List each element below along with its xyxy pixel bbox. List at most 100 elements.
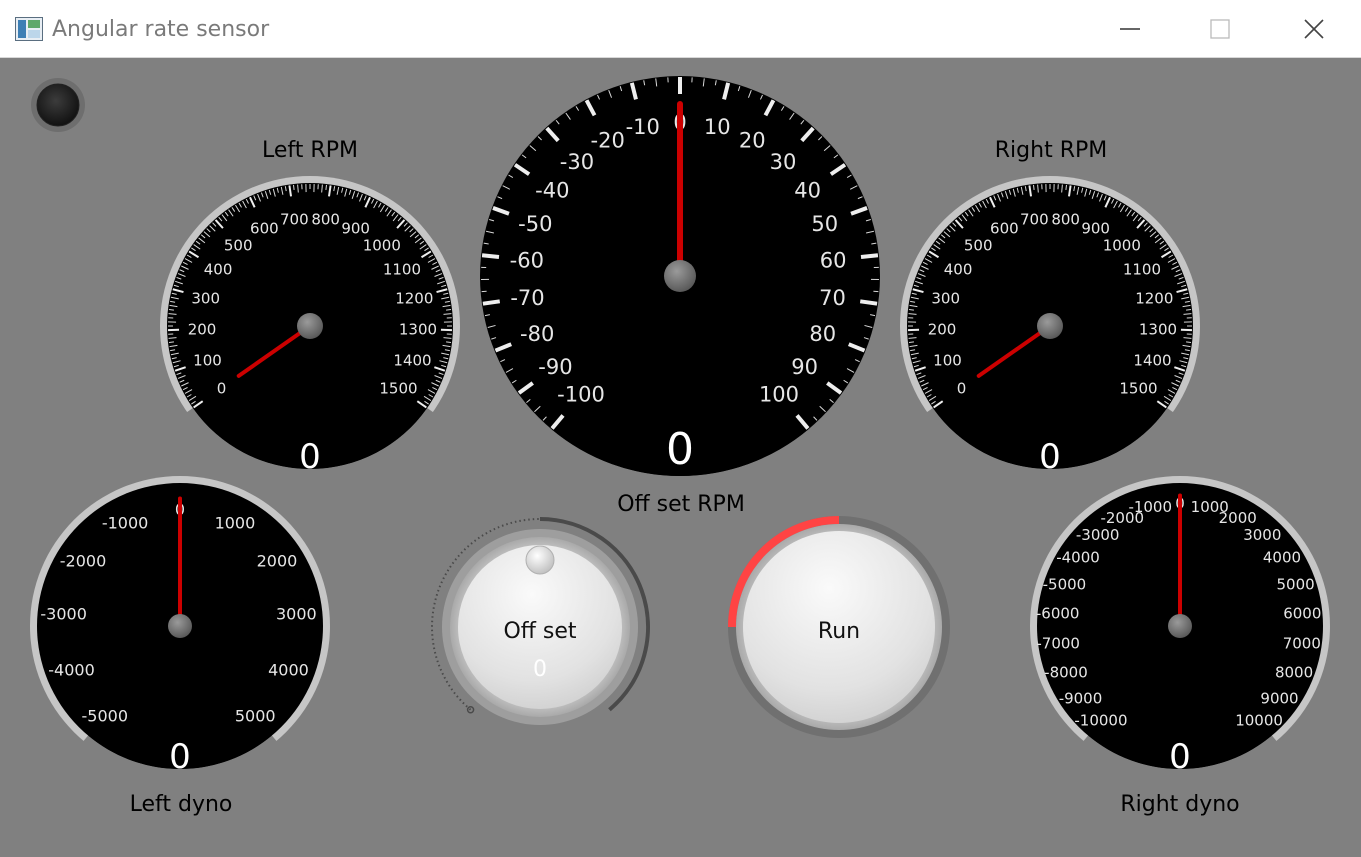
tick-label: -8000 bbox=[1044, 663, 1088, 681]
tick-label: -10 bbox=[626, 115, 660, 139]
gauge-hub bbox=[664, 260, 696, 292]
minor-tick bbox=[1183, 337, 1192, 339]
tick-label: 200 bbox=[188, 321, 217, 339]
tick-label: 1000 bbox=[363, 237, 401, 255]
tick-label: -1000 bbox=[102, 513, 149, 532]
minor-tick bbox=[297, 184, 299, 193]
minor-tick bbox=[908, 341, 914, 343]
tick-label: 500 bbox=[964, 237, 993, 255]
minor-tick bbox=[325, 184, 327, 190]
minor-tick bbox=[443, 337, 452, 339]
tick-label: 9000 bbox=[1260, 690, 1298, 708]
tick-label: 70 bbox=[819, 286, 846, 310]
tick-label: 10000 bbox=[1235, 712, 1283, 730]
gauge-readout: 0 bbox=[169, 737, 191, 777]
minor-tick bbox=[908, 337, 917, 339]
minor-tick bbox=[168, 309, 174, 311]
tick-label: 2000 bbox=[1219, 509, 1257, 527]
tick-label: -40 bbox=[535, 178, 569, 202]
gauge-readout: 0 bbox=[1169, 737, 1191, 777]
instrument-panel: 0100200300400500600 700 800 900100011001200… bbox=[30, 76, 1330, 780]
tick-label: -3000 bbox=[1076, 526, 1120, 544]
tick-label: 400 bbox=[944, 261, 973, 279]
tick-label: -20 bbox=[591, 129, 625, 153]
tick-label: -2000 bbox=[60, 551, 107, 570]
tick-label: 30 bbox=[770, 150, 797, 174]
tick-label: -50 bbox=[518, 212, 552, 236]
minor-tick bbox=[1037, 184, 1039, 193]
gauge-readout: 0 bbox=[299, 437, 321, 477]
minor-tick bbox=[168, 337, 177, 339]
tick-label: -70 bbox=[510, 286, 544, 310]
gauge-hub bbox=[1168, 614, 1192, 638]
tick-label: 1100 bbox=[383, 261, 421, 279]
offset-knob[interactable]: Off set 0 bbox=[431, 517, 650, 725]
offset-knob-label: Off set bbox=[503, 619, 576, 644]
offset-knob-value: 0 bbox=[533, 657, 547, 682]
tick-label: 80 bbox=[809, 322, 836, 346]
gauge-hub bbox=[1037, 313, 1063, 339]
tick-label: 3000 bbox=[1243, 526, 1281, 544]
major-tick bbox=[860, 253, 879, 259]
tick-label: -5000 bbox=[1043, 575, 1087, 593]
tick-label: -9000 bbox=[1059, 690, 1103, 708]
minor-tick bbox=[1061, 184, 1063, 193]
tick-label: 5000 bbox=[235, 706, 276, 725]
tick-label: 1300 bbox=[399, 321, 437, 339]
tick-label: -100 bbox=[557, 383, 605, 407]
tick-label: 2000 bbox=[257, 551, 298, 570]
tick-label: 1100 bbox=[1123, 261, 1161, 279]
tick-label: 3000 bbox=[276, 605, 317, 624]
tick-label: 20 bbox=[739, 129, 766, 153]
gauge-hub bbox=[168, 614, 192, 638]
tick-label: -4000 bbox=[1056, 549, 1100, 567]
tick-label: 600 bbox=[250, 220, 279, 238]
tick-label: 700 bbox=[280, 211, 309, 229]
tick-label: 60 bbox=[820, 248, 847, 272]
left-rpm-gauge: 0 100 200 300 400 500600 700 800 9001000 1100 1200… bbox=[160, 176, 460, 479]
minor-tick bbox=[1183, 313, 1192, 315]
minor-tick bbox=[321, 184, 323, 193]
tick-label: -10000 bbox=[1074, 712, 1127, 730]
tick-label: 100 bbox=[759, 383, 799, 407]
tick-label: 0 bbox=[957, 379, 967, 397]
minor-tick bbox=[908, 309, 914, 311]
tick-label: 500 bbox=[224, 237, 253, 255]
minor-tick bbox=[443, 313, 452, 315]
tick-label: -60 bbox=[510, 248, 544, 272]
tick-label: -7000 bbox=[1036, 635, 1080, 653]
minor-tick bbox=[1033, 184, 1035, 190]
tick-label: 1400 bbox=[393, 351, 431, 369]
tick-label: -30 bbox=[560, 150, 594, 174]
tick-label: -3000 bbox=[40, 605, 87, 624]
tick-label: -90 bbox=[538, 355, 572, 379]
tick-label: 4000 bbox=[268, 661, 309, 680]
tick-label: 1300 bbox=[1139, 321, 1177, 339]
offset-rpm-gauge: -100-90-80-70-60-50-40-30-20-10010203040… bbox=[480, 76, 880, 480]
tick-label: 400 bbox=[204, 261, 233, 279]
run-button[interactable]: Run bbox=[728, 516, 950, 738]
tick-label: 1200 bbox=[1135, 289, 1173, 307]
major-tick bbox=[481, 253, 500, 259]
tick-label: -80 bbox=[520, 322, 554, 346]
offset-knob-indicator bbox=[525, 545, 555, 575]
tick-label: 900 bbox=[341, 220, 370, 238]
left-dyno-gauge: -5000 -4000 -3000 -2000 -1000 0 10002000 3000 40… bbox=[30, 476, 330, 779]
minor-tick bbox=[908, 313, 917, 315]
minor-tick bbox=[1186, 341, 1192, 343]
tick-label: 800 bbox=[1051, 211, 1080, 229]
tick-label: 10 bbox=[704, 115, 731, 139]
major-tick bbox=[482, 299, 501, 306]
tick-label: 40 bbox=[794, 178, 821, 202]
right-rpm-gauge: 0 100 200 300 400 500600 700 800 9001000 1100 1200… bbox=[900, 176, 1200, 480]
tick-label: 1000 bbox=[215, 513, 256, 532]
tick-label: -6000 bbox=[1036, 605, 1080, 623]
tick-label: -1000 bbox=[1128, 498, 1172, 516]
minor-tick bbox=[293, 184, 295, 190]
minor-tick bbox=[1065, 184, 1067, 190]
tick-label: 300 bbox=[931, 289, 960, 307]
tick-label: -5000 bbox=[82, 706, 129, 725]
tick-label: 1200 bbox=[395, 289, 433, 307]
tick-label: 50 bbox=[811, 212, 838, 236]
tick-label: -4000 bbox=[48, 661, 95, 680]
